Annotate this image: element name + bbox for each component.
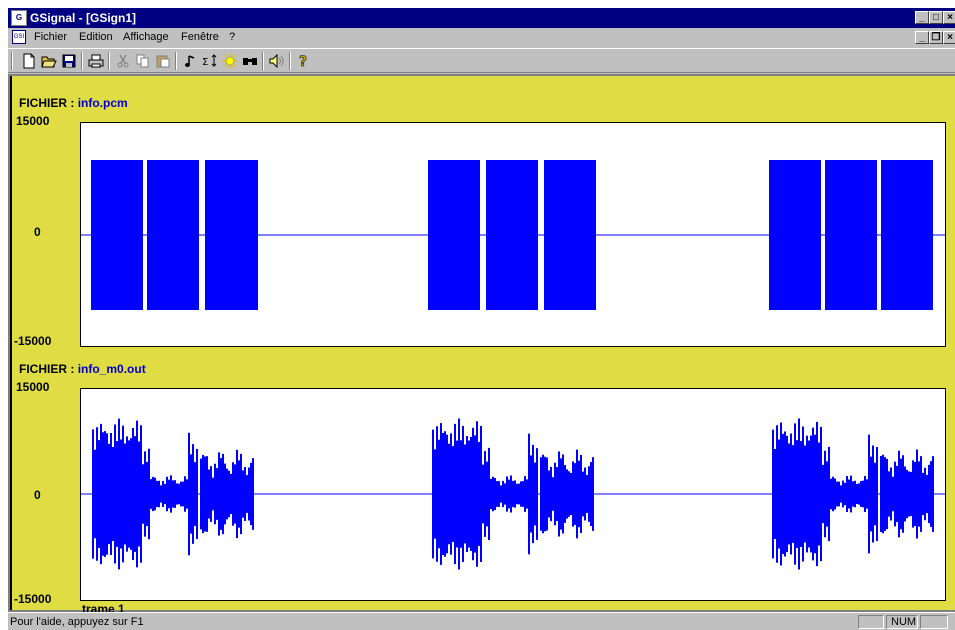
plot2-burst (772, 418, 934, 570)
plot1-burst (428, 160, 480, 310)
maximize-button[interactable]: □ (929, 11, 943, 24)
svg-text:?: ? (299, 54, 307, 69)
plot1-burst (881, 160, 933, 310)
plot1-file-name: info.pcm (77, 96, 128, 110)
status-help-text: Pour l'aide, appuyez sur F1 (10, 616, 144, 628)
plot2-file-label: FICHIER : info_m0.out (19, 362, 146, 376)
plot2-yzero-label: 0 (34, 488, 41, 502)
plot2-ymax-label: 15000 (16, 380, 50, 394)
note-icon[interactable] (181, 52, 199, 69)
svg-text:Σ: Σ (202, 57, 208, 68)
close-button[interactable]: × (943, 11, 955, 24)
window-title: GSignal - [GSign1] (30, 11, 137, 25)
status-panel-scroll (920, 615, 948, 629)
title-bar[interactable]: G GSignal - [GSign1] _ □ × (8, 8, 955, 28)
menu-bar: GSI Fichier Edition Affichage Fenêtre ? … (8, 28, 955, 47)
plot1-waveform (81, 160, 945, 310)
app-icon[interactable]: G (11, 10, 27, 26)
plot1-burst (205, 160, 258, 310)
sum-icon[interactable]: Σ (201, 52, 219, 69)
plot1-file-prefix: FICHIER : (19, 96, 75, 110)
copy-icon[interactable] (134, 52, 152, 69)
binoculars-icon[interactable] (241, 52, 259, 69)
mdi-client: FICHIER : info.pcm 15000 0 -15000 FICHIE… (8, 74, 955, 616)
save-icon[interactable] (60, 52, 78, 69)
doc-close-button[interactable]: × (943, 31, 955, 44)
menu-fenetre[interactable]: Fenêtre (181, 31, 219, 43)
toolbar-separator (108, 52, 110, 70)
toolbar-separator (289, 52, 291, 70)
plot1-burst (486, 160, 538, 310)
toolbar-separator (175, 52, 177, 70)
plot1-signal-area[interactable] (80, 122, 946, 347)
menu-help[interactable]: ? (229, 31, 235, 43)
plot1-burst (91, 160, 143, 310)
minimize-button[interactable]: _ (915, 11, 929, 24)
plot2-ymin-label: -15000 (14, 592, 52, 606)
status-panel-caps (858, 615, 884, 629)
signal-document: FICHIER : info.pcm 15000 0 -15000 FICHIE… (10, 76, 955, 616)
plot2-signal-area[interactable] (80, 388, 946, 601)
cut-icon[interactable] (114, 52, 132, 69)
menu-fichier[interactable]: Fichier (34, 31, 67, 43)
plot1-ymin-label: -15000 (14, 334, 52, 348)
application-window: G GSignal - [GSign1] _ □ × GSI Fichier E… (8, 8, 955, 630)
new-icon[interactable] (20, 52, 38, 69)
toolbar-separator (262, 52, 264, 70)
menu-affichage[interactable]: Affichage (123, 31, 169, 43)
toolbar-separator (81, 52, 83, 70)
doc-minimize-button[interactable]: _ (915, 31, 929, 44)
plot1-ymax-label: 15000 (16, 114, 50, 128)
print-icon[interactable] (87, 52, 105, 69)
plot2-waveform (81, 418, 945, 570)
plot2-file-prefix: FICHIER : (19, 362, 75, 376)
doc-restore-button[interactable]: ❐ (929, 31, 943, 44)
plot1-burst (544, 160, 596, 310)
plot1-file-label: FICHIER : info.pcm (19, 96, 128, 110)
plot2-file-name: info_m0.out (77, 362, 146, 376)
toolbar: Σ ? (8, 48, 955, 73)
plot1-yzero-label: 0 (34, 225, 41, 239)
plot1-burst (147, 160, 199, 310)
speaker-icon[interactable] (268, 52, 286, 69)
status-panel-num: NUM (886, 615, 918, 629)
toolbar-grip (11, 52, 13, 70)
open-icon[interactable] (40, 52, 58, 69)
help-icon[interactable]: ? (295, 52, 313, 69)
plot2-burst (92, 418, 254, 570)
menu-edition[interactable]: Edition (79, 31, 113, 43)
plot2-burst (432, 418, 594, 570)
paste-icon[interactable] (154, 52, 172, 69)
document-icon[interactable]: GSI (12, 30, 26, 44)
sun-icon[interactable] (221, 52, 239, 69)
plot1-burst (825, 160, 877, 310)
plot1-burst (769, 160, 821, 310)
status-bar: Pour l'aide, appuyez sur F1 NUM (8, 612, 955, 630)
